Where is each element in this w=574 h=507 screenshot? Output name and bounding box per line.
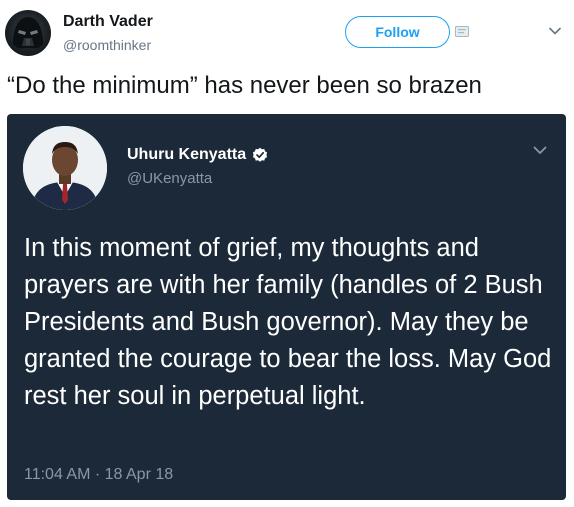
quoted-author-name[interactable]: Uhuru Kenyatta bbox=[127, 146, 268, 164]
quoted-tweet-text: In this moment of grief, my thoughts and… bbox=[24, 234, 552, 410]
author-name[interactable]: Darth Vader bbox=[63, 13, 153, 31]
chevron-down-icon[interactable] bbox=[549, 27, 561, 35]
darth-vader-helmet-icon bbox=[13, 17, 43, 48]
quoted-author-handle[interactable]: @UKenyatta bbox=[127, 170, 212, 187]
quoted-author-name-text: Uhuru Kenyatta bbox=[127, 146, 247, 163]
quoted-tweet-card[interactable]: Uhuru Kenyatta @UKenyatta In this moment… bbox=[7, 114, 566, 500]
quoted-author-avatar[interactable] bbox=[23, 126, 107, 210]
author-avatar[interactable] bbox=[5, 10, 51, 56]
author-handle[interactable]: @roomthinker bbox=[63, 37, 151, 53]
tweet-text: “Do the minimum” has never been so braze… bbox=[7, 72, 482, 99]
follow-button[interactable]: Follow bbox=[345, 16, 450, 48]
quoted-tweet-timestamp[interactable]: 11:04 AM · 18 Apr 18 bbox=[24, 466, 173, 484]
verified-badge-icon bbox=[253, 147, 268, 162]
person-portrait-icon bbox=[23, 126, 107, 210]
chevron-down-icon[interactable] bbox=[533, 146, 547, 155]
add-user-icon[interactable] bbox=[455, 26, 469, 37]
